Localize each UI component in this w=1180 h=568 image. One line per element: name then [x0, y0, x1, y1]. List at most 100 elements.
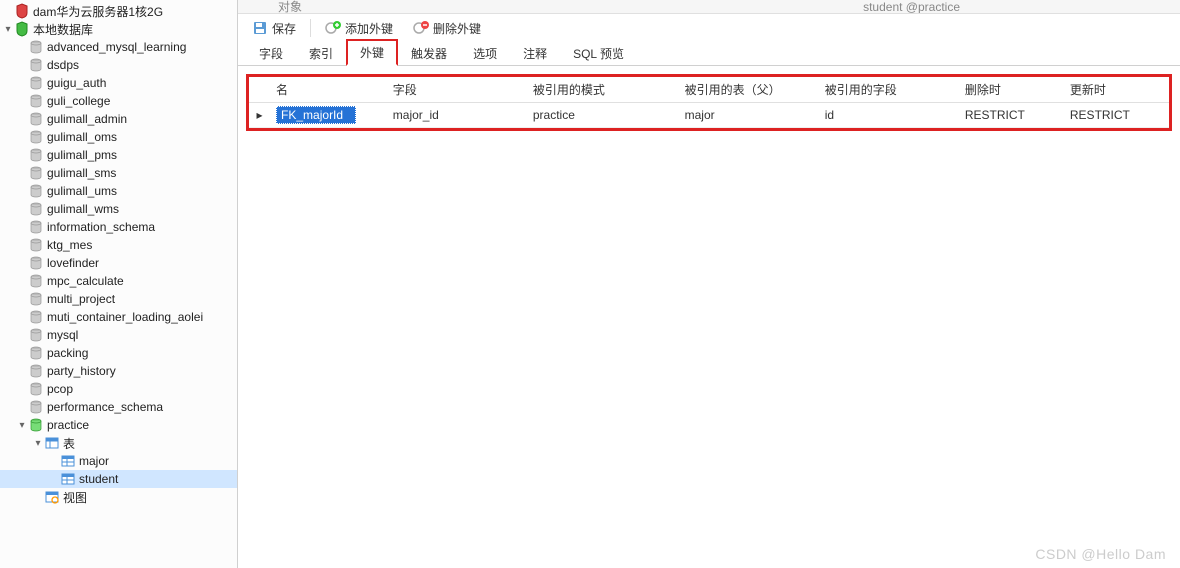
db-icon	[28, 129, 44, 145]
db-icon	[28, 75, 44, 91]
save-label: 保存	[272, 20, 296, 37]
view-icon	[44, 489, 60, 505]
tree-node[interactable]: lovefinder	[0, 254, 237, 272]
tree-node[interactable]: multi_project	[0, 290, 237, 308]
table-icon	[60, 471, 76, 487]
tables-folder-icon	[44, 435, 60, 451]
expander-icon[interactable]: ▾	[2, 24, 14, 35]
tree-node[interactable]: guli_college	[0, 92, 237, 110]
tree-node[interactable]: gulimall_oms	[0, 128, 237, 146]
table-icon	[60, 453, 76, 469]
fk-name-value: FK_majorId	[276, 106, 356, 124]
tree-node-label: performance_schema	[47, 400, 163, 414]
tree-node[interactable]: ▾表	[0, 434, 237, 452]
add-fk-button[interactable]: 添加外键	[319, 18, 399, 39]
tree-node-label: gulimall_oms	[47, 130, 117, 144]
tree-node[interactable]: guigu_auth	[0, 74, 237, 92]
tree-node-label: mpc_calculate	[47, 274, 124, 288]
tree-node-label: dam华为云服务器1核2G	[33, 3, 163, 20]
tree-node[interactable]: gulimall_ums	[0, 182, 237, 200]
fk-field-cell[interactable]: major_id	[387, 103, 527, 128]
tree-node[interactable]: party_history	[0, 362, 237, 380]
tree-node-label: practice	[47, 418, 89, 432]
tab-索引[interactable]: 索引	[296, 41, 346, 65]
col-on-update[interactable]: 更新时	[1064, 77, 1169, 103]
tree-node-label: student	[79, 472, 118, 486]
fk-row[interactable]: ▸FK_majorIdmajor_idpracticemajoridRESTRI…	[249, 103, 1169, 128]
fk-on-update-cell[interactable]: RESTRICT	[1064, 103, 1169, 128]
tree-node[interactable]: major	[0, 452, 237, 470]
db-icon	[28, 273, 44, 289]
tab-注释[interactable]: 注释	[510, 41, 560, 65]
db-tree: dam华为云服务器1核2G ▾ 本地数据库advanced_mysql_learni…	[0, 0, 237, 506]
object-tab-fragment[interactable]: 对象	[278, 0, 302, 14]
save-button[interactable]: 保存	[246, 18, 302, 39]
tree-node[interactable]: advanced_mysql_learning	[0, 38, 237, 56]
expander-icon[interactable]: ▾	[16, 420, 28, 431]
tab-触发器[interactable]: 触发器	[398, 41, 460, 65]
tree-node-label: 表	[63, 435, 75, 452]
tree-node-label: gulimall_sms	[47, 166, 116, 180]
db-icon	[28, 345, 44, 361]
col-field[interactable]: 字段	[387, 77, 527, 103]
tree-node-label: party_history	[47, 364, 116, 378]
tab-字段[interactable]: 字段	[246, 41, 296, 65]
db-icon	[28, 219, 44, 235]
separator	[310, 19, 311, 37]
tree-node-label: dsdps	[47, 58, 79, 72]
tree-node[interactable]: gulimall_wms	[0, 200, 237, 218]
delete-fk-button[interactable]: 删除外键	[407, 18, 487, 39]
tab-选项[interactable]: 选项	[460, 41, 510, 65]
fk-ref-field-cell[interactable]: id	[819, 103, 959, 128]
fk-area: 名 字段 被引用的模式 被引用的表（父） 被引用的字段 删除时 更新时 ▸FK_…	[238, 66, 1180, 568]
db-icon	[28, 237, 44, 253]
db-icon	[28, 381, 44, 397]
db-icon	[28, 111, 44, 127]
tree-node[interactable]: dam华为云服务器1核2G	[0, 2, 237, 20]
tree-node[interactable]: mysql	[0, 326, 237, 344]
fk-name-cell[interactable]: FK_majorId	[270, 103, 387, 128]
tree-node[interactable]: muti_container_loading_aolei	[0, 308, 237, 326]
tree-node[interactable]: dsdps	[0, 56, 237, 74]
tree-node-label: information_schema	[47, 220, 155, 234]
tree-node-label: multi_project	[47, 292, 115, 306]
db-icon	[28, 255, 44, 271]
tree-node[interactable]: 视图	[0, 488, 237, 506]
tree-node-label: gulimall_ums	[47, 184, 117, 198]
tree-node-label: packing	[47, 346, 88, 360]
editor-tab-fragment[interactable]: student @practice	[863, 0, 960, 14]
tree-node[interactable]: pcop	[0, 380, 237, 398]
expander-icon[interactable]: ▾	[32, 438, 44, 449]
tree-node-label: gulimall_admin	[47, 112, 127, 126]
tab-SQL 预览[interactable]: SQL 预览	[560, 41, 637, 65]
tree-node-label: 视图	[63, 489, 87, 506]
tree-node-label: lovefinder	[47, 256, 99, 270]
col-ref-table[interactable]: 被引用的表（父）	[679, 77, 819, 103]
tree-node[interactable]: gulimall_pms	[0, 146, 237, 164]
fk-ref-table-cell[interactable]: major	[679, 103, 819, 128]
tree-node[interactable]: ▾ 本地数据库	[0, 20, 237, 38]
tree-node[interactable]: mpc_calculate	[0, 272, 237, 290]
tab-外键[interactable]: 外键	[346, 39, 398, 66]
tree-node[interactable]: ktg_mes	[0, 236, 237, 254]
tree-node-label: mysql	[47, 328, 78, 342]
tree-node[interactable]: performance_schema	[0, 398, 237, 416]
col-name[interactable]: 名	[270, 77, 387, 103]
tree-node[interactable]: student	[0, 470, 237, 488]
fk-on-delete-cell[interactable]: RESTRICT	[959, 103, 1064, 128]
tree-node-label: guigu_auth	[47, 76, 106, 90]
tree-node[interactable]: packing	[0, 344, 237, 362]
tree-node[interactable]: gulimall_admin	[0, 110, 237, 128]
fk-ref-schema-cell[interactable]: practice	[527, 103, 679, 128]
designer-tabs: 字段索引外键触发器选项注释SQL 预览	[238, 42, 1180, 66]
col-ref-schema[interactable]: 被引用的模式	[527, 77, 679, 103]
col-on-delete[interactable]: 删除时	[959, 77, 1064, 103]
fk-header-row: 名 字段 被引用的模式 被引用的表（父） 被引用的字段 删除时 更新时	[249, 77, 1169, 103]
tree-node-label: major	[79, 454, 109, 468]
tree-node[interactable]: information_schema	[0, 218, 237, 236]
tree-node[interactable]: gulimall_sms	[0, 164, 237, 182]
tree-node-label: 本地数据库	[33, 21, 93, 38]
tree-node[interactable]: ▾ practice	[0, 416, 237, 434]
col-ref-field[interactable]: 被引用的字段	[819, 77, 959, 103]
db-icon	[28, 147, 44, 163]
